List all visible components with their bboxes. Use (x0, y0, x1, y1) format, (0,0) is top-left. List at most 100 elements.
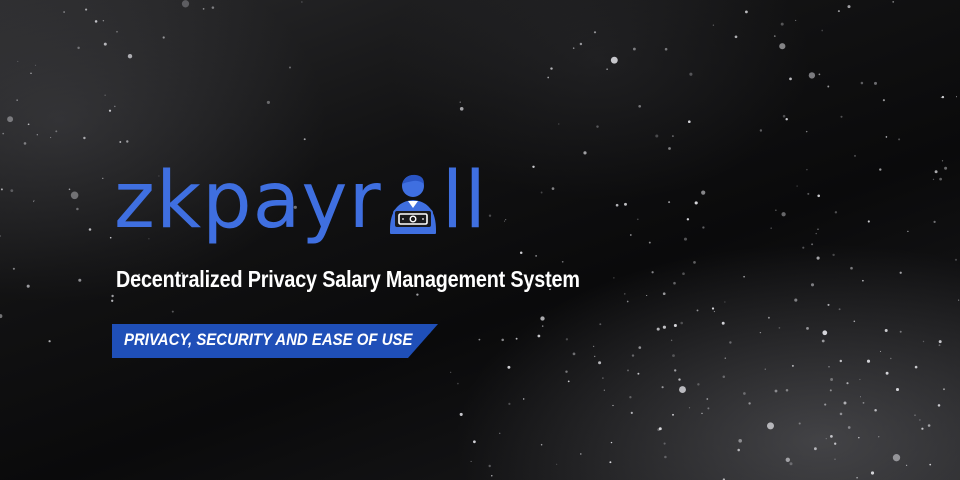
glitter-dot (478, 338, 481, 341)
glitter-dot (606, 68, 608, 70)
glitter-dot (109, 236, 112, 239)
glitter-dot (488, 464, 491, 468)
glitter-dot (686, 218, 690, 221)
glitter-dot (211, 6, 215, 9)
glitter-dot (866, 359, 871, 363)
glitter-dot (789, 77, 792, 81)
glitter-dot (895, 387, 900, 392)
glitter-dot (817, 194, 821, 198)
tagline: Decentralized Privacy Salary Management … (116, 266, 580, 292)
glitter-dot (907, 230, 909, 233)
glitter-dot (821, 339, 825, 343)
glitter-dot (612, 404, 614, 407)
glitter-dot (701, 412, 703, 415)
glitter-dot (814, 447, 817, 451)
glitter-dot (646, 294, 648, 297)
glitter-dot (10, 189, 14, 193)
glitter-dot (651, 271, 654, 274)
glitter-dot (672, 413, 674, 416)
glitter-dot (789, 462, 793, 466)
glitter-dot (806, 326, 809, 330)
glitter-dot (785, 389, 789, 392)
glitter-dot (874, 408, 877, 412)
glitter-dot (839, 359, 843, 363)
glitter-dot (794, 298, 798, 302)
glitter-dot (592, 345, 595, 348)
glitter-dot (767, 316, 770, 319)
ribbon-label: PRIVACY, SECURITY AND EASE OF USE (124, 330, 413, 349)
glitter-dot (664, 455, 667, 459)
glitter-dot (805, 130, 808, 133)
glitter-dot (905, 464, 908, 466)
glitter-dot (808, 72, 816, 79)
glitter-dot (301, 1, 303, 3)
glitter-dot (88, 228, 92, 231)
glitter-dot (7, 116, 14, 123)
glitter-dot (707, 407, 710, 410)
glitter-dot (927, 424, 931, 427)
glitter-dot (827, 85, 830, 88)
glitter-dot (782, 114, 786, 118)
glitter-dot (890, 357, 892, 360)
glitter-dot (34, 64, 37, 66)
glitter-dot (638, 104, 642, 108)
glitter-dot (671, 135, 674, 138)
glitter-dot (0, 314, 3, 319)
glitter-dot (535, 255, 537, 257)
glitter-dot (673, 281, 676, 285)
glitter-dot (919, 419, 921, 421)
glitter-dot (33, 199, 35, 201)
glitter-dot (83, 136, 86, 140)
glitter-dot (795, 19, 797, 21)
glitter-dot (798, 422, 801, 425)
glitter-dot (63, 11, 65, 13)
glitter-dot (694, 201, 698, 205)
glitter-dot (796, 185, 798, 187)
glitter-dot (627, 369, 629, 372)
glitter-dot (696, 309, 699, 312)
glitter-dot (672, 354, 675, 357)
glitter-dot (30, 72, 32, 74)
glitter-dot (862, 279, 864, 282)
glitter-dot (119, 141, 122, 143)
glitter-dot (624, 202, 627, 206)
glitter-dot (834, 442, 837, 445)
glitter-dot (766, 422, 775, 430)
glitter-dot (673, 323, 677, 328)
glitter-dot (882, 99, 885, 102)
glitter-dot (853, 320, 856, 323)
glitter-dot (94, 20, 98, 23)
glitter-dot (922, 340, 925, 343)
glitter-dot (580, 453, 582, 455)
glitter-dot (914, 414, 916, 416)
glitter-dot (743, 392, 746, 395)
glitter-dot (470, 460, 472, 462)
glitter-dot (32, 200, 35, 203)
glitter-dot (49, 136, 52, 139)
glitter-dot (630, 411, 633, 414)
glitter-dot (648, 241, 651, 244)
glitter-dot (816, 256, 820, 260)
glitter-dot (940, 96, 942, 98)
glitter-dot (631, 354, 635, 357)
glitter-dot (779, 43, 786, 50)
glitter-dot (599, 323, 602, 326)
brand-logo: zkpayr ll (114, 160, 487, 240)
glitter-dot (811, 243, 814, 246)
glitter-dot (68, 188, 71, 191)
glitter-dot (884, 329, 888, 332)
glitter-dot (774, 389, 778, 393)
glitter-dot (944, 166, 948, 170)
glitter-dot (711, 307, 715, 310)
glitter-dot (638, 346, 642, 349)
glitter-dot (162, 36, 165, 39)
glitter-dot (523, 398, 525, 400)
glitter-dot (503, 220, 506, 222)
glitter-dot (23, 142, 27, 145)
glitter-dot (701, 190, 706, 195)
glitter-dot (846, 382, 849, 385)
glitter-dot (899, 271, 902, 274)
glitter-dot (551, 187, 555, 190)
glitter-dot (541, 325, 544, 327)
glitter-dot (817, 228, 819, 230)
